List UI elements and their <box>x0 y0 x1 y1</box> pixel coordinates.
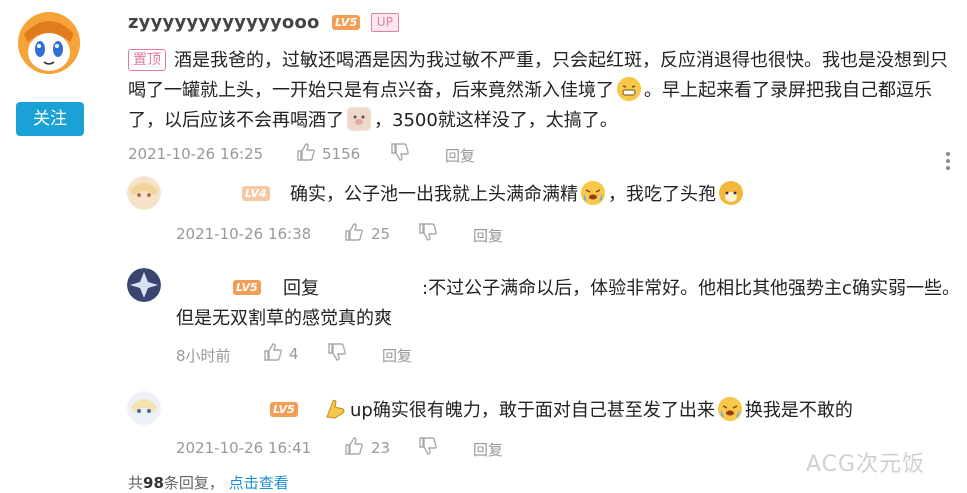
reply-text-part-1: 确实，公子池一出我就上头满命满精 <box>290 184 578 205</box>
thumb-down-icon <box>391 143 409 161</box>
level-badge: LV5 <box>332 15 361 30</box>
total-prefix: 共 <box>128 474 144 492</box>
level-badge: LV5 <box>270 402 298 417</box>
reply-avatar[interactable] <box>127 176 161 210</box>
thumb-down-icon <box>419 223 437 241</box>
reply-text-part-2: ，我吃了头孢 <box>608 184 716 205</box>
crying-emoji <box>717 397 742 421</box>
reply-text: 确实，公子池一出我就上头满命满精 ，我吃了头孢 <box>290 180 746 206</box>
dislike-button[interactable] <box>390 142 410 166</box>
main-username[interactable]: zyyyyyyyyyyyyooo LV5 UP <box>128 12 400 33</box>
dislike-button[interactable] <box>418 436 438 460</box>
up-badge: UP <box>370 13 400 32</box>
main-avatar[interactable] <box>18 12 80 74</box>
more-options-button[interactable] <box>940 150 956 172</box>
reply-button[interactable]: 回复 <box>473 439 503 460</box>
thumb-up-icon <box>297 143 315 161</box>
reply-avatar[interactable] <box>127 268 161 302</box>
reply-button[interactable]: 回复 <box>473 225 503 246</box>
pinned-badge: 置顶 <box>128 49 166 71</box>
dislike-button[interactable] <box>418 222 438 246</box>
reply-text-part-1: up确实很有魄力，敢于面对自己甚至发了出来 <box>350 400 715 421</box>
reply-text: :不过公子满命以后，体验非常好。他相比其他强势主c确实弱一些。但是无双割草的感觉… <box>176 278 960 329</box>
reply-text: up确实很有魄力，敢于面对自己甚至发了出来 换我是不敢的 <box>320 396 853 422</box>
avatar-face-icon <box>18 12 80 74</box>
thumb-down-icon <box>328 343 346 361</box>
reply-avatar[interactable] <box>127 391 161 425</box>
follow-button[interactable]: 关注 <box>16 102 84 136</box>
like-count: 23 <box>371 439 391 457</box>
crying-emoji <box>581 181 605 205</box>
dog-emoji <box>719 181 743 205</box>
dark-avatar-icon <box>127 268 161 302</box>
grin-emoji <box>617 77 641 101</box>
watermark: ACG次元饭 <box>806 452 926 477</box>
reply-button[interactable]: 回复 <box>382 345 412 366</box>
like-button[interactable] <box>344 222 364 246</box>
reply-timestamp: 2021-10-26 16:38 <box>176 225 312 243</box>
like-button[interactable] <box>296 142 316 166</box>
thumb-up-icon <box>345 437 363 455</box>
pig-emoji <box>347 107 371 131</box>
dislike-button[interactable] <box>327 342 347 366</box>
thumb-down-icon <box>419 437 437 455</box>
reply-text-part-2: 换我是不敢的 <box>744 400 853 421</box>
like-button[interactable] <box>263 342 283 366</box>
level-badge: LV4 <box>242 186 270 201</box>
like-button[interactable] <box>344 436 364 460</box>
more-vertical-icon <box>946 152 950 170</box>
total-suffix: 条回复， <box>163 474 224 492</box>
main-comment-text: 置顶 酒是我爸的，过敏还喝酒是因为我过敏不严重，只会起红斑，反应消退得也很快。我也… <box>128 46 963 136</box>
comment-timestamp: 2021-10-26 16:25 <box>128 145 264 163</box>
reply-button[interactable]: 回复 <box>445 145 475 166</box>
like-count: 4 <box>289 345 299 363</box>
ok-hand-emoji <box>323 397 347 421</box>
anime-avatar-icon <box>127 176 161 210</box>
thumb-up-icon <box>264 343 282 361</box>
like-count: 25 <box>371 225 391 243</box>
view-replies-link[interactable]: 点击查看 <box>229 474 289 492</box>
thumb-up-icon <box>345 223 363 241</box>
reply-timestamp: 2021-10-26 16:41 <box>176 439 312 457</box>
like-count: 5156 <box>322 145 361 163</box>
anime-avatar-icon <box>127 391 161 425</box>
reply-timestamp: 8小时前 <box>176 347 231 365</box>
username-text[interactable]: zyyyyyyyyyyyyooo <box>128 12 320 33</box>
total-count: 98 <box>143 474 164 492</box>
comment-text-part-3: ，3500就这样没了，太搞了。 <box>374 110 618 131</box>
